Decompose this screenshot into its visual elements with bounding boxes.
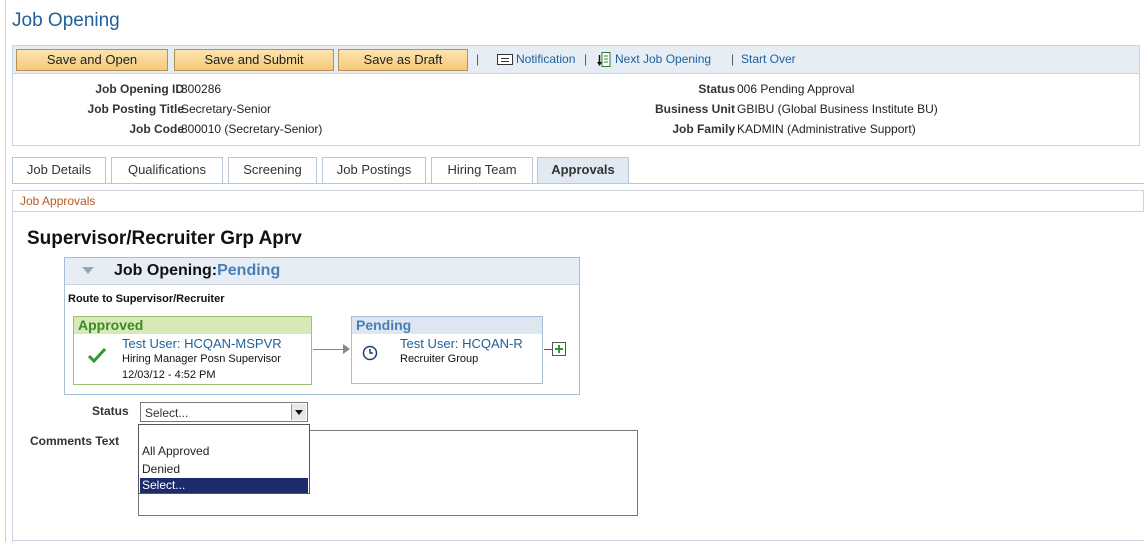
section-header: Job Approvals [12, 190, 1144, 212]
toolbar-separator: | [584, 52, 588, 66]
toolbar-separator: | [476, 52, 480, 66]
tab-screening[interactable]: Screening [228, 157, 317, 183]
tab-divider [12, 183, 1144, 184]
status-field-label: Status [92, 404, 129, 418]
approval-flow-title: Job Opening:Pending [114, 262, 280, 280]
step-user-link[interactable]: Test User: HCQAN-R [400, 336, 523, 351]
collapse-triangle-icon[interactable] [82, 267, 94, 274]
step-datetime: 12/03/12 - 4:52 PM [122, 369, 216, 381]
business-unit-value: GBIBU (Global Business Institute BU) [737, 102, 938, 116]
step-role: Hiring Manager Posn Supervisor [122, 353, 281, 365]
content-border [12, 212, 13, 542]
notification-link[interactable]: Notification [516, 52, 575, 66]
approval-flow-header[interactable]: Job Opening:Pending [65, 258, 579, 285]
tab-hiring-team[interactable]: Hiring Team [431, 157, 533, 183]
step-state: Approved [74, 317, 311, 334]
approval-stage-title: Supervisor/Recruiter Grp Aprv [27, 228, 302, 249]
approval-flow-title-text: Job Opening: [114, 262, 218, 279]
job-opening-header: Job Opening ID 300286 Job Posting Title … [12, 73, 1140, 146]
toolbar: Save and Open Save and Submit Save as Dr… [12, 45, 1140, 73]
approval-step-approved: Approved Test User: HCQAN-MSPVR Hiring M… [73, 316, 312, 385]
job-opening-id-label: Job Opening ID [95, 82, 184, 96]
approval-step-pending: Pending Test User: HCQAN-R Recruiter Gro… [351, 316, 543, 384]
status-select[interactable]: Select... [140, 402, 308, 422]
tab-approvals[interactable]: Approvals [537, 157, 629, 184]
approval-flow: Job Opening:Pending Route to Supervisor/… [64, 257, 580, 395]
status-label: Status [698, 82, 735, 96]
dropdown-option[interactable]: Denied [140, 462, 308, 477]
step-user-link[interactable]: Test User: HCQAN-MSPVR [122, 336, 282, 351]
job-code-value: 800010 (Secretary-Senior) [181, 122, 323, 136]
job-code-label: Job Code [129, 122, 184, 136]
job-opening-id-value: 300286 [181, 82, 222, 96]
step-role: Recruiter Group [400, 353, 479, 365]
tab-qualifications[interactable]: Qualifications [111, 157, 223, 183]
job-family-label: Job Family [672, 122, 735, 136]
content-border [12, 540, 1144, 541]
checkmark-icon [88, 347, 106, 363]
toolbar-separator: | [731, 52, 735, 66]
dropdown-option-selected[interactable]: Select... [140, 478, 308, 493]
job-posting-title-label: Job Posting Title [87, 102, 184, 116]
job-family-value: KADMIN (Administrative Support) [737, 122, 916, 136]
status-value: 006 Pending Approval [737, 82, 855, 96]
add-approver-connector [544, 349, 552, 350]
add-approver-icon[interactable] [552, 342, 566, 356]
status-select-value: Select... [145, 406, 189, 420]
tab-bar: Job Details Qualifications Screening Job… [12, 157, 1144, 184]
dropdown-option[interactable]: All Approved [140, 444, 308, 459]
save-as-draft-button[interactable]: Save as Draft [338, 49, 468, 71]
status-dropdown-list: All Approved Denied Select... [138, 424, 310, 494]
start-over-link[interactable]: Start Over [741, 52, 796, 66]
job-posting-title-value: Secretary-Senior [181, 102, 272, 116]
notification-icon[interactable] [497, 54, 513, 65]
chevron-down-icon[interactable] [291, 404, 306, 420]
save-and-open-button[interactable]: Save and Open [16, 49, 168, 71]
route-label: Route to Supervisor/Recruiter [68, 293, 225, 305]
approval-flow-status: Pending [217, 262, 281, 279]
step-state: Pending [352, 317, 542, 334]
save-and-submit-button[interactable]: Save and Submit [174, 49, 334, 71]
section-title: Job Approvals [20, 194, 96, 208]
frame-border [5, 0, 6, 542]
flow-arrow [313, 349, 345, 350]
next-job-opening-link[interactable]: Next Job Opening [615, 52, 711, 66]
business-unit-label: Business Unit [654, 102, 735, 116]
page-title: Job Opening [12, 10, 120, 31]
next-job-opening-icon[interactable] [597, 52, 611, 67]
flow-arrow-head [343, 344, 350, 354]
tab-job-details[interactable]: Job Details [12, 157, 106, 183]
clock-icon [362, 345, 378, 361]
tab-job-postings[interactable]: Job Postings [322, 157, 426, 183]
comments-label: Comments Text [30, 434, 120, 448]
